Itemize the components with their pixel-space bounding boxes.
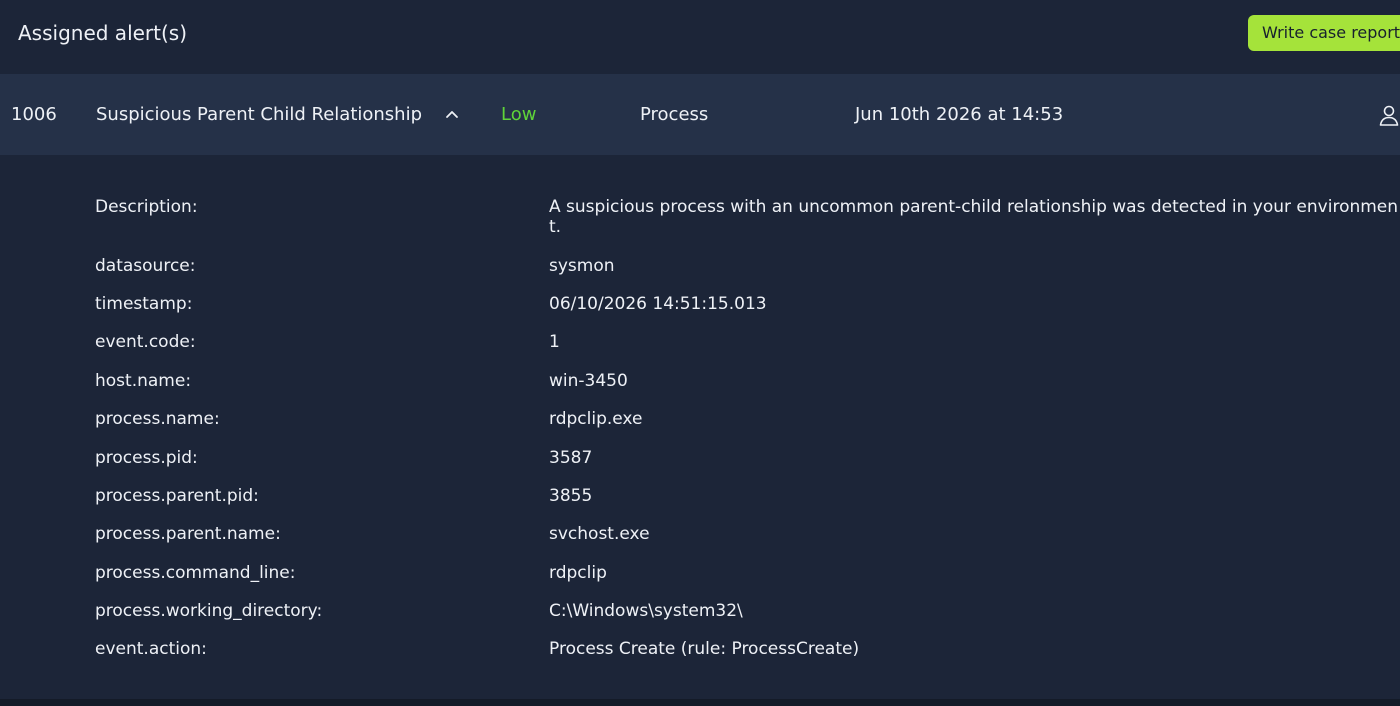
detail-key: process.name: xyxy=(95,409,220,429)
chevron-up-icon-svg xyxy=(446,111,458,118)
alert-name: Suspicious Parent Child Relationship xyxy=(96,104,423,125)
detail-value: rdpclip xyxy=(549,563,607,583)
alert-time: Jun 10th 2026 at 14:53 xyxy=(855,104,1064,125)
alert-type: Process xyxy=(640,104,709,125)
detail-value: A suspicious process with an uncommon pa… xyxy=(549,197,1399,237)
detail-key: datasource: xyxy=(95,256,196,276)
alert-details: Description: A suspicious process with a… xyxy=(0,155,1400,699)
detail-value: 1 xyxy=(549,332,560,352)
alert-row[interactable]: 1006 Suspicious Parent Child Relationshi… xyxy=(0,74,1400,155)
alerts-header: Assigned alert(s) Write case report xyxy=(0,0,1400,74)
detail-value: Process Create (rule: ProcessCreate) xyxy=(549,639,860,659)
detail-key: process.parent.pid: xyxy=(95,486,259,506)
detail-value: C:\Windows\system32\ xyxy=(549,601,743,621)
detail-value: svchost.exe xyxy=(549,524,650,544)
user-icon-svg xyxy=(1379,105,1399,126)
detail-value: 3855 xyxy=(549,486,593,506)
detail-value: 06/10/2026 14:51:15.013 xyxy=(549,294,767,314)
detail-key: Description: xyxy=(95,197,198,217)
detail-key: process.pid: xyxy=(95,448,198,468)
detail-key: process.working_directory: xyxy=(95,601,323,621)
detail-key: event.action: xyxy=(95,639,207,659)
detail-value: 3587 xyxy=(549,448,593,468)
severity-badge: Low xyxy=(501,104,537,125)
alert-id: 1006 xyxy=(11,104,57,125)
divider xyxy=(0,699,1400,706)
detail-value: rdpclip.exe xyxy=(549,409,643,429)
page-title: Assigned alert(s) xyxy=(18,21,188,45)
write-case-report-button[interactable]: Write case report xyxy=(1248,15,1400,51)
detail-key: host.name: xyxy=(95,371,192,391)
detail-key: timestamp: xyxy=(95,294,193,314)
detail-key: event.code: xyxy=(95,332,196,352)
detail-key: process.parent.name: xyxy=(95,524,281,544)
user-icon[interactable] xyxy=(1378,74,1400,155)
detail-key: process.command_line: xyxy=(95,563,296,583)
alerts-page: Assigned alert(s) Write case report 1006… xyxy=(0,0,1400,706)
chevron-up-icon[interactable] xyxy=(443,74,461,155)
detail-value: win-3450 xyxy=(549,371,628,391)
detail-value: sysmon xyxy=(549,256,615,276)
